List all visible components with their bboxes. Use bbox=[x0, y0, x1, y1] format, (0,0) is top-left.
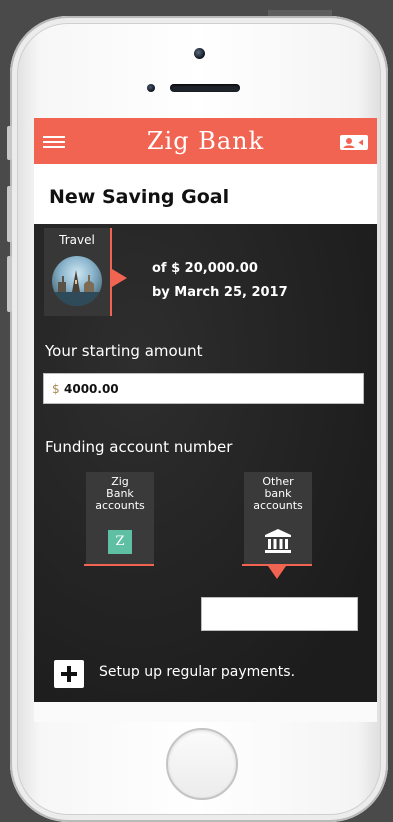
goal-pointer-arrow bbox=[112, 269, 127, 287]
volume-down-button bbox=[7, 256, 12, 312]
goal-category-card[interactable]: Travel bbox=[44, 228, 110, 316]
starting-amount-label: Your starting amount bbox=[45, 342, 203, 360]
other-bank-accounts-option[interactable]: Other bank accounts bbox=[244, 472, 312, 564]
currency-symbol: $ bbox=[52, 382, 60, 396]
option-label: Zig Bank accounts bbox=[86, 476, 154, 512]
option-line: accounts bbox=[253, 499, 303, 512]
contact-card-icon[interactable] bbox=[340, 135, 368, 150]
account-number-input[interactable] bbox=[201, 597, 358, 631]
volume-up-button bbox=[7, 186, 12, 242]
funding-account-label: Funding account number bbox=[45, 438, 233, 456]
earpiece-speaker bbox=[170, 84, 240, 92]
mute-switch bbox=[7, 126, 12, 160]
bank-building-icon bbox=[265, 529, 291, 553]
zig-bank-accounts-option[interactable]: Zig Bank accounts Z bbox=[86, 472, 154, 564]
app-screen: Zig Bank New Saving Goal Travel of $ 20,… bbox=[34, 118, 377, 722]
proximity-sensor bbox=[147, 84, 155, 92]
goal-amount: of $ 20,000.00 bbox=[152, 261, 258, 276]
goal-date: by March 25, 2017 bbox=[152, 285, 288, 300]
option-line: accounts bbox=[95, 499, 145, 512]
home-button[interactable] bbox=[166, 728, 238, 800]
regular-payments-label[interactable]: Setup up regular payments. bbox=[99, 664, 295, 680]
app-header: Zig Bank bbox=[34, 118, 377, 164]
page-title: New Saving Goal bbox=[49, 186, 230, 208]
plus-icon[interactable] bbox=[54, 660, 84, 688]
starting-amount-input[interactable]: $ 4000.00 bbox=[43, 373, 364, 404]
travel-landmarks-image bbox=[52, 256, 102, 306]
option-label: Other bank accounts bbox=[244, 476, 312, 512]
app-title: Zig Bank bbox=[146, 127, 265, 155]
selected-option-arrow bbox=[268, 566, 286, 579]
bottom-strip bbox=[34, 702, 377, 722]
front-camera bbox=[194, 48, 205, 59]
goal-category-label: Travel bbox=[59, 233, 95, 247]
zig-option-underline bbox=[84, 564, 154, 566]
starting-amount-value: 4000.00 bbox=[64, 382, 119, 396]
zig-z-icon: Z bbox=[108, 530, 132, 554]
